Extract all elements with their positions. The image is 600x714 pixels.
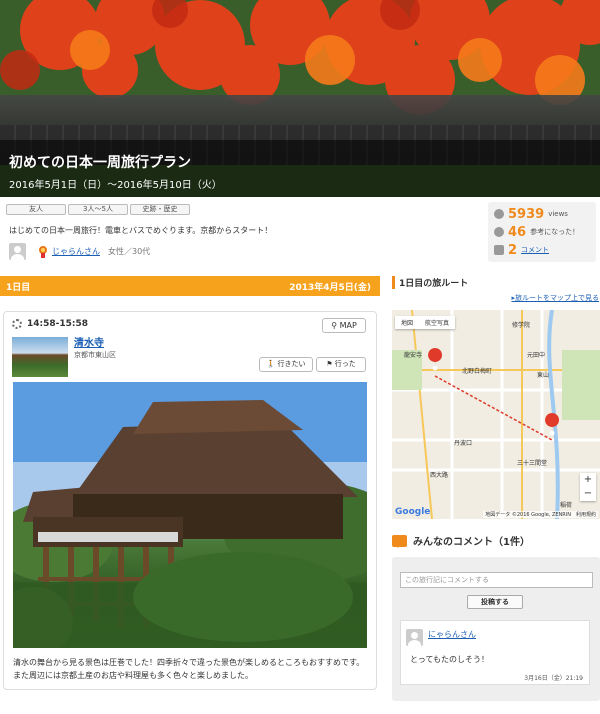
route-header: 1日目の旅ルート: [392, 276, 468, 289]
comments-title: みんなのコメント（1件）: [413, 537, 530, 548]
spot-location: 京都市東山区: [74, 351, 116, 359]
eye-icon: [494, 209, 504, 219]
day-date: 2013年4月5日(金): [289, 282, 371, 293]
zoom-out-button[interactable]: −: [580, 487, 596, 501]
comments-link[interactable]: コメント: [521, 245, 549, 255]
want-label: 行きたい: [277, 360, 306, 368]
route-map[interactable]: 地図 航空写真 修学院 龍安寺 北野白梅町 元田中 東山 西大路 丹波口 三十三…: [392, 310, 600, 519]
author-info: じゃらんさん 女性／30代: [9, 243, 150, 260]
map-label: 東山: [537, 372, 550, 379]
tag[interactable]: 友人: [6, 204, 66, 215]
author-meta: 女性／30代: [108, 247, 151, 256]
helpful-count: 46: [508, 224, 527, 240]
map-label: 稲荷: [560, 502, 573, 509]
hero-image: 初めての日本一周旅行プラン 2016年5月1日（日）～2016年5月10日（火）: [0, 0, 600, 197]
map-button-label: MAP: [339, 321, 357, 330]
helpful-label[interactable]: 参考になった！: [530, 227, 579, 237]
comments-header: みんなのコメント（1件）: [392, 533, 530, 548]
views-label: views: [548, 210, 568, 218]
author-name-link[interactable]: じゃらんさん: [52, 246, 100, 257]
route-title: 1日目の旅ルート: [399, 279, 469, 289]
comment-text: とってもたのしそう！: [410, 655, 489, 664]
sun-icon: [12, 319, 22, 329]
tag[interactable]: 3人～5人: [68, 204, 128, 215]
avatar[interactable]: [406, 629, 423, 646]
plan-description: はじめての日本一周旅行！電車とバスでめぐります。京都からスタート！: [9, 226, 273, 235]
comments-count: 2: [508, 242, 518, 258]
day-header: 1日目 2013年4月5日(金): [0, 276, 380, 296]
map-label: 丹波口: [454, 440, 473, 447]
views-count: 5939: [508, 206, 545, 222]
map-label: 三十三間堂: [517, 460, 548, 467]
comment-item: にゃらんさん とってもたのしそう！ 3月16日（金）21:19: [400, 620, 590, 685]
spot-time-text: 14:58-15:58: [27, 319, 89, 329]
map-button[interactable]: ⚲ MAP: [322, 318, 366, 333]
spot-thumbnail[interactable]: [12, 337, 68, 377]
speech-bubble-icon: [392, 534, 407, 548]
spot-caption: 清水の舞台から見る景色は圧巻でした！四季折々で違った景色が楽しめるところもおすす…: [13, 658, 365, 680]
post-comment-button[interactable]: 投稿する: [467, 595, 523, 609]
comment-user-link[interactable]: にゃらんさん: [428, 629, 476, 640]
comment-input[interactable]: この旅行記にコメントする: [400, 572, 593, 588]
comments-box: この旅行記にコメントする 投稿する にゃらんさん とってもたのしそう！ 3月16…: [392, 557, 600, 701]
accent-bar: [392, 276, 395, 289]
tag[interactable]: 史跡・歴史: [130, 204, 190, 215]
map-label: 龍安寺: [404, 352, 423, 359]
stats-box: 5939 views 46 参考になった！ 2 コメント: [488, 202, 596, 262]
map-type-tabs: 地図 航空写真: [395, 316, 456, 329]
walk-icon: 🚶: [266, 360, 276, 368]
avatar[interactable]: [9, 243, 26, 260]
map-label: 北野白梅町: [462, 368, 493, 375]
route-map-link[interactable]: ▸旅ルートをマップ上で見る: [511, 293, 599, 303]
tag-list: 友人 3人～5人 史跡・歴史: [6, 204, 190, 215]
map-label: 西大路: [430, 472, 449, 479]
zoom-control: + −: [580, 473, 596, 501]
plan-dates: 2016年5月1日（日）～2016年5月10日（火）: [9, 180, 222, 191]
pin-icon: ⚲: [331, 321, 338, 330]
temple-image: [13, 382, 367, 648]
route-map-link-text: 旅ルートをマップ上で見る: [515, 294, 599, 302]
map-label: 修学院: [512, 322, 531, 329]
spot-name-link[interactable]: 清水寺: [74, 334, 104, 349]
map-canvas: [392, 310, 600, 519]
medal-icon: [38, 245, 48, 258]
comment-icon: [494, 245, 504, 255]
smile-icon: [494, 227, 504, 237]
went-button[interactable]: ⚑ 行った: [316, 357, 366, 372]
spot-photo[interactable]: [13, 382, 367, 648]
want-to-go-button[interactable]: 🚶 行きたい: [259, 357, 313, 372]
map-label: 元田中: [527, 352, 546, 359]
tab-satellite[interactable]: 航空写真: [419, 316, 455, 329]
google-logo: Google: [395, 507, 431, 517]
plan-title: 初めての日本一周旅行プラン: [9, 155, 191, 171]
map-attribution[interactable]: 地図データ ©2016 Google, ZENRIN 利用規約: [483, 511, 598, 518]
spot-card: 14:58-15:58 ⚲ MAP 清水寺 京都市東山区 🚶 行きたい ⚑ 行っ…: [3, 311, 377, 690]
day-label: 1日目: [6, 282, 31, 293]
spot-time: 14:58-15:58: [12, 319, 88, 329]
comment-date: 3月16日（金）21:19: [524, 675, 583, 682]
went-label: 行った: [334, 360, 356, 368]
flag-icon: ⚑: [326, 360, 333, 368]
zoom-in-button[interactable]: +: [580, 473, 596, 487]
tab-map[interactable]: 地図: [395, 316, 419, 329]
